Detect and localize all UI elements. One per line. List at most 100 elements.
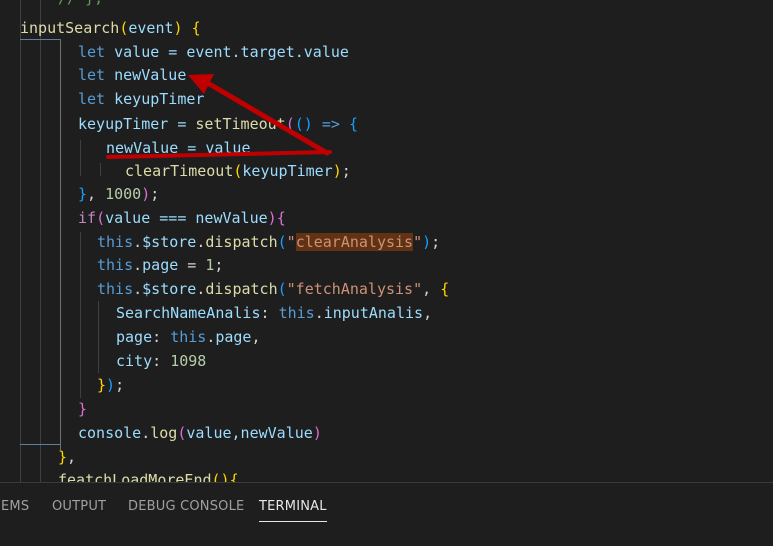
code-token: 1000	[105, 185, 142, 203]
code-line: clearTimeout(keyupTimer);	[125, 160, 351, 183]
code-line: this.$store.dispatch("fetchAnalysis", {	[97, 278, 449, 301]
code-token: ,	[422, 280, 441, 298]
code-token: clearAnalysis	[295, 233, 414, 251]
code-token: .	[133, 280, 143, 298]
indent-guide	[100, 163, 101, 176]
code-line: newValue = value	[106, 137, 251, 160]
code-token: this	[170, 328, 207, 346]
code-token: .	[314, 304, 324, 322]
code-token: if	[78, 209, 97, 227]
code-token: $store	[142, 280, 197, 298]
code-token: inputAnalis	[323, 304, 424, 322]
code-token: {	[348, 115, 358, 133]
code-token: )	[267, 209, 277, 227]
code-line: SearchNameAnalis: this.inputAnalis,	[116, 302, 432, 325]
code-token: )	[312, 424, 322, 442]
code-line: if(value === newValue){	[78, 207, 286, 230]
code-token: ;	[115, 376, 125, 394]
code-token: featchLoadMoreEnd	[58, 471, 212, 482]
code-token: dispatch	[205, 280, 278, 298]
code-token: log	[150, 424, 178, 442]
code-token: value,newValue	[186, 424, 313, 442]
code-token: newValue	[105, 66, 187, 84]
code-token: ,	[87, 185, 106, 203]
code-token: :	[152, 352, 171, 370]
indent-guide	[98, 301, 99, 373]
code-line: console.log(value,newValue)	[78, 422, 322, 445]
code-token: :	[152, 328, 171, 346]
code-token: inputSearch	[20, 19, 120, 37]
code-token: SearchNameAnalis	[116, 304, 261, 322]
tab-output[interactable]: OUTPUT	[52, 499, 106, 514]
code-token: ;	[431, 233, 441, 251]
code-token: page	[215, 328, 252, 346]
code-token: keyupTimer	[242, 162, 333, 180]
code-token: value =	[105, 43, 187, 61]
code-token: ;	[150, 185, 160, 203]
code-token: page	[142, 256, 179, 274]
code-token: keyupTimer	[105, 90, 205, 108]
code-token: keyupTimer =	[78, 115, 196, 133]
indent-guide	[40, 0, 41, 482]
active-scope-bracket	[20, 444, 60, 445]
code-token: =	[178, 256, 206, 274]
code-token: dispatch	[205, 233, 278, 251]
code-token: :	[260, 304, 279, 322]
code-token: .	[133, 256, 143, 274]
code-token: }	[97, 376, 107, 394]
code-token: }	[78, 185, 88, 203]
code-token: }	[58, 448, 68, 466]
code-token: ()	[294, 115, 313, 133]
code-token: ()	[211, 471, 230, 482]
code-token: this	[97, 233, 134, 251]
code-line: }, 1000);	[78, 183, 159, 206]
code-token: 1098	[170, 352, 207, 370]
code-line: featchLoadMoreEnd(){	[58, 469, 239, 482]
code-token: )	[106, 376, 116, 394]
code-token: }	[78, 400, 88, 418]
code-token: let	[78, 66, 106, 84]
code-line: city: 1098	[116, 350, 206, 373]
code-token: {	[276, 209, 286, 227]
code-token: ,	[67, 448, 77, 466]
indent-guide	[80, 140, 81, 176]
code-token: clearTimeout	[125, 162, 234, 180]
code-token: .	[141, 424, 151, 442]
tab-problems[interactable]: EMS	[1, 499, 29, 514]
code-token: "	[413, 233, 423, 251]
code-token: (	[277, 233, 287, 251]
code-token: this	[97, 256, 134, 274]
code-token: "	[286, 233, 296, 251]
code-token: (	[277, 280, 287, 298]
code-token: .	[206, 328, 216, 346]
indent-guide	[20, 0, 21, 482]
code-line: let newValue	[78, 64, 186, 87]
code-token: {	[440, 280, 450, 298]
code-token: ;	[214, 256, 224, 274]
code-token: {	[229, 471, 239, 482]
code-editor[interactable]: // }, inputSearch(event) { let value = e…	[0, 0, 773, 482]
code-token: let	[78, 90, 106, 108]
code-line: page: this.page,	[116, 326, 261, 349]
active-indent-guide	[60, 39, 61, 450]
code-token: ,	[423, 304, 433, 322]
code-line: // },	[58, 0, 103, 10]
code-token: )	[173, 19, 183, 37]
code-token: )	[332, 162, 342, 180]
code-token: city	[116, 352, 153, 370]
code-line: let keyupTimer	[78, 88, 204, 111]
code-token: (	[96, 209, 106, 227]
code-line: });	[97, 374, 124, 397]
code-token: // },	[58, 0, 103, 7]
code-token: newValue = value	[106, 139, 251, 157]
indent-guide	[80, 232, 81, 398]
code-token: )	[141, 185, 151, 203]
tab-debug-console[interactable]: DEBUG CONSOLE	[128, 499, 244, 514]
bottom-panel: EMS OUTPUT DEBUG CONSOLE TERMINAL	[0, 482, 773, 546]
tab-terminal[interactable]: TERMINAL	[259, 499, 327, 522]
code-line: },	[58, 446, 76, 469]
code-token: (	[285, 115, 295, 133]
code-token: .	[133, 233, 143, 251]
